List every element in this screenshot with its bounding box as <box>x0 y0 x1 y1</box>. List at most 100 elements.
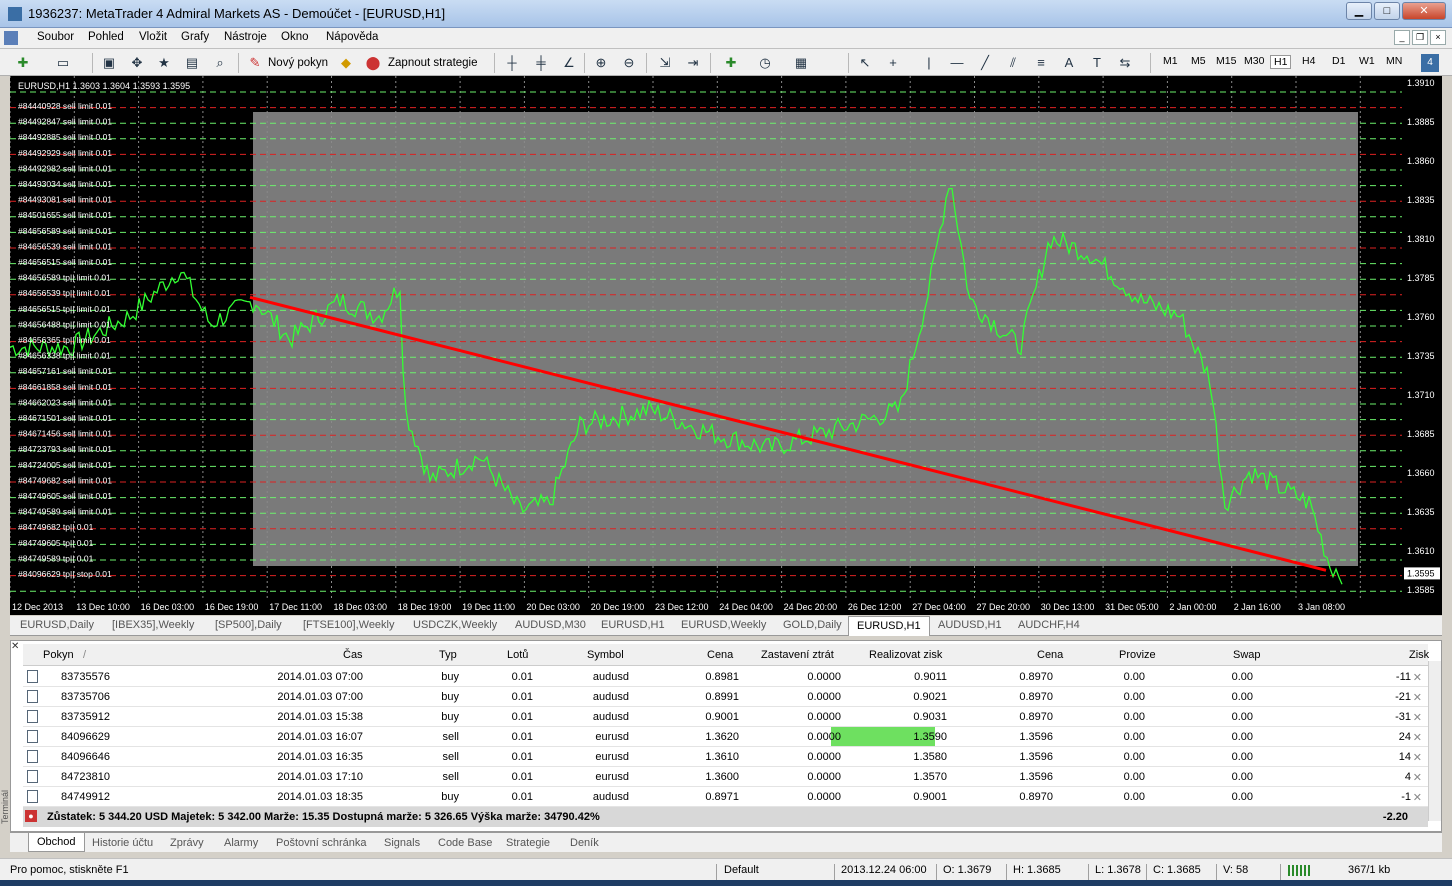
vertical-line-icon[interactable]: | <box>920 54 938 72</box>
chat-icon[interactable]: 4 <box>1421 54 1439 72</box>
menu-grafy[interactable]: Grafy <box>181 31 209 43</box>
table-row[interactable]: 83735576 2014.01.03 07:00 buy 0.01 audusd 0.8… <box>23 667 1428 687</box>
chart-tab[interactable]: [FTSE100],Weekly <box>303 619 395 631</box>
close-order-icon[interactable]: ✕ <box>1413 751 1422 764</box>
autotrading-button[interactable]: Zapnout strategie <box>388 53 478 73</box>
zoom-out-icon[interactable]: ⊖ <box>620 54 638 72</box>
close-order-icon[interactable]: ✕ <box>1413 731 1422 744</box>
zoom-in-icon[interactable]: ⊕ <box>592 54 610 72</box>
terminal-scrollbar[interactable] <box>1428 661 1441 821</box>
menu-okno[interactable]: Okno <box>281 31 309 43</box>
tf-m1[interactable]: M1 <box>1163 55 1178 67</box>
tf-m15[interactable]: M15 <box>1216 55 1236 67</box>
col-symbol[interactable]: Symbol <box>587 649 624 661</box>
chart-tab[interactable]: EURUSD,H1 <box>848 616 930 636</box>
col-tp[interactable]: Realizovat zisk <box>869 649 942 661</box>
text-label-icon[interactable]: T <box>1088 54 1106 72</box>
equidistant-channel-icon[interactable]: ⫽ <box>1004 54 1022 72</box>
market-watch-icon[interactable]: ▣ <box>100 54 118 72</box>
warning-icon[interactable]: ◆ <box>337 54 355 72</box>
tf-m5[interactable]: M5 <box>1191 55 1206 67</box>
indicators-icon[interactable]: ✚ <box>722 54 740 72</box>
tester-icon[interactable]: ⌕ <box>211 54 229 72</box>
terminal-tab[interactable]: Poštovní schránka <box>276 837 367 849</box>
close-order-icon[interactable]: ✕ <box>1413 711 1422 724</box>
crosshair-icon[interactable]: + <box>884 54 902 72</box>
fibonacci-icon[interactable]: ≡ <box>1032 54 1050 72</box>
price-chart[interactable]: EURUSD,H1 1.3603 1.3604 1.3593 1.3595 #84… <box>9 76 1442 615</box>
tf-m30[interactable]: M30 <box>1244 55 1264 67</box>
table-row[interactable]: 84749912 2014.01.03 18:35 buy 0.01 audusd 0.8… <box>23 787 1428 807</box>
chart-tab[interactable]: EURUSD,Daily <box>20 619 94 631</box>
templates-icon[interactable]: ▦ <box>792 54 810 72</box>
terminal-tab[interactable]: Strategie <box>506 837 550 849</box>
chart-tab[interactable]: AUDCHF,H4 <box>1018 619 1080 631</box>
menu-soubor[interactable]: Soubor <box>37 31 74 43</box>
col-cena2[interactable]: Cena <box>1037 649 1063 661</box>
table-row[interactable]: 83735912 2014.01.03 15:38 buy 0.01 audusd 0.9… <box>23 707 1428 727</box>
col-zisk[interactable]: Zisk <box>1409 649 1429 661</box>
tf-mn[interactable]: MN <box>1386 55 1402 67</box>
bar-chart-icon[interactable]: ┼ <box>503 54 521 72</box>
new-order-icon[interactable]: ✎ <box>246 54 264 72</box>
chart-tab[interactable]: [IBEX35],Weekly <box>112 619 194 631</box>
col-provize[interactable]: Provize <box>1119 649 1156 661</box>
close-order-icon[interactable]: ✕ <box>1413 671 1422 684</box>
col-cena[interactable]: Cena <box>707 649 733 661</box>
maximize-button[interactable]: □ <box>1374 2 1400 20</box>
chart-tab[interactable]: [SP500],Daily <box>215 619 282 631</box>
autoscroll-icon[interactable]: ⇲ <box>656 54 674 72</box>
profiles-icon[interactable]: ▭ <box>54 54 72 72</box>
menu-nastroje[interactable]: Nástroje <box>224 31 267 43</box>
close-order-icon[interactable]: ✕ <box>1413 791 1422 804</box>
terminal-tab[interactable]: Code Base <box>438 837 492 849</box>
chart-tab[interactable]: GOLD,Daily <box>783 619 842 631</box>
horizontal-line-icon[interactable]: — <box>948 54 966 72</box>
candle-chart-icon[interactable]: ╪ <box>532 54 550 72</box>
terminal-tab[interactable]: Alarmy <box>224 837 258 849</box>
cursor-icon[interactable]: ↖ <box>856 54 874 72</box>
tf-h1[interactable]: H1 <box>1270 55 1292 69</box>
terminal-icon[interactable]: ▤ <box>183 54 201 72</box>
chart-canvas[interactable]: EURUSD,H1 1.3603 1.3604 1.3593 1.3595 #84… <box>9 76 1442 615</box>
table-row[interactable]: 84723810 2014.01.03 17:10 sell 0.01 eurusd 1.… <box>23 767 1428 787</box>
chart-tab[interactable]: USDCZK,Weekly <box>413 619 497 631</box>
menu-pohled[interactable]: Pohled <box>88 31 124 43</box>
close-order-icon[interactable]: ✕ <box>1413 771 1422 784</box>
close-order-icon[interactable]: ✕ <box>1413 691 1422 704</box>
col-swap[interactable]: Swap <box>1233 649 1261 661</box>
mdi-minimize-icon[interactable]: _ <box>1394 30 1410 45</box>
col-typ[interactable]: Typ <box>439 649 457 661</box>
chart-tab[interactable]: AUDUSD,H1 <box>938 619 1002 631</box>
autotrading-icon[interactable]: ⬤ <box>364 54 382 72</box>
terminal-tab[interactable]: Obchod <box>28 833 85 852</box>
chart-tab[interactable]: EURUSD,Weekly <box>681 619 766 631</box>
arrows-icon[interactable]: ⇆ <box>1116 54 1134 72</box>
doc-icon[interactable] <box>4 31 18 45</box>
col-cas[interactable]: Čas <box>343 649 363 661</box>
menu-vlozit[interactable]: Vložit <box>139 31 167 43</box>
text-icon[interactable]: A <box>1060 54 1078 72</box>
mdi-close-icon[interactable]: × <box>1430 30 1446 45</box>
minimize-button[interactable]: ▁ <box>1346 2 1372 20</box>
navigator-icon[interactable]: ✥ <box>128 54 146 72</box>
close-button[interactable]: ✕ <box>1402 2 1446 20</box>
tf-w1[interactable]: W1 <box>1359 55 1375 67</box>
terminal-tab[interactable]: Historie účtu <box>92 837 153 849</box>
new-order-button[interactable]: Nový pokyn <box>268 53 328 73</box>
periods-icon[interactable]: ◷ <box>756 54 774 72</box>
col-pokyn[interactable]: Pokyn <box>43 649 74 661</box>
chart-tab[interactable]: AUDUSD,M30 <box>515 619 586 631</box>
table-row[interactable]: 84096646 2014.01.03 16:35 sell 0.01 eurusd 1.… <box>23 747 1428 767</box>
col-lotu[interactable]: Lotů <box>507 649 528 661</box>
terminal-tab[interactable]: Deník <box>570 837 599 849</box>
tf-h4[interactable]: H4 <box>1302 55 1315 67</box>
trendline-icon[interactable]: ╱ <box>976 54 994 72</box>
table-row[interactable]: 84096629 2014.01.03 16:07 sell 0.01 eurusd 1.… <box>23 727 1428 747</box>
line-chart-icon[interactable]: ∠ <box>560 54 578 72</box>
terminal-tab[interactable]: Signals <box>384 837 420 849</box>
data-window-icon[interactable]: ★ <box>155 54 173 72</box>
new-chart-icon[interactable]: ✚ <box>14 54 32 72</box>
tf-d1[interactable]: D1 <box>1332 55 1345 67</box>
terminal-tab[interactable]: Zprávy <box>170 837 204 849</box>
